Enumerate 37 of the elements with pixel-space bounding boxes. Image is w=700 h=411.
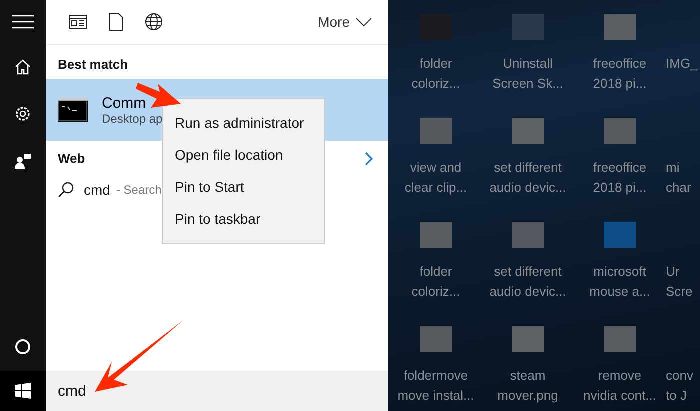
section-heading: Best match — [57, 56, 130, 74]
file-label: Uninstall — [503, 55, 553, 73]
file-label: audio devic... — [490, 179, 566, 197]
result-subtitle: Desktop ap — [102, 112, 163, 126]
file-label: audio devic... — [490, 283, 566, 301]
file-label: freeoffice — [593, 55, 647, 73]
file-label: clear clip... — [404, 179, 468, 197]
file-label: folder — [420, 263, 452, 281]
search-query: cmd — [84, 182, 110, 198]
file-label: mouse a... — [590, 283, 650, 301]
file-label: IMG_ — [666, 55, 698, 73]
section-heading: Web — [58, 151, 86, 166]
file-label: nvidia cont... — [584, 387, 656, 405]
file-label: Ur — [666, 263, 680, 281]
file-label: coloriz... — [412, 283, 460, 301]
file-label: move instal... — [398, 387, 474, 405]
file-label: folder — [420, 55, 452, 73]
file-label: microsoft — [594, 263, 646, 281]
file-label: set different — [494, 263, 562, 281]
file-label: to J — [666, 387, 687, 405]
result-title: Comm — [102, 94, 148, 112]
file-label: mover.png — [498, 387, 558, 405]
file-label: foldermove — [404, 367, 468, 385]
file-label: 2018 pi... — [593, 75, 647, 93]
file-label: coloriz... — [412, 75, 460, 93]
file-label: mi — [666, 159, 680, 177]
file-label: char — [666, 179, 692, 197]
file-label: freeoffice — [593, 159, 647, 177]
file-label: Screen Sk... — [492, 75, 564, 93]
file-label: set different — [494, 159, 562, 177]
file-label: 2018 pi... — [593, 179, 647, 197]
file-label: steam — [510, 367, 546, 385]
file-label: Scre — [666, 283, 693, 301]
search-hint: - Search — [116, 183, 162, 197]
file-label: remove — [598, 367, 642, 385]
file-label: conv — [666, 367, 694, 385]
file-label: view and — [410, 159, 462, 177]
